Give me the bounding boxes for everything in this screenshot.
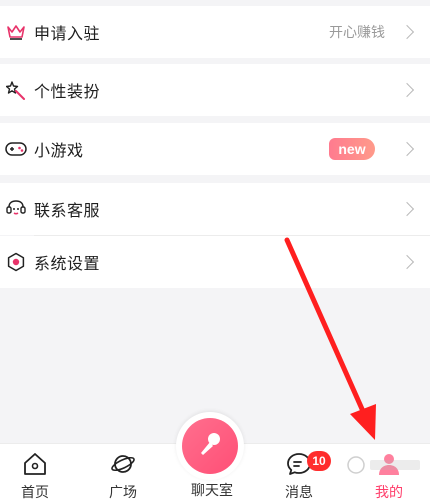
chevron-right-icon <box>399 141 415 157</box>
home-icon <box>22 451 48 477</box>
menu-item-label: 个性装扮 <box>34 84 101 101</box>
menu-item-label: 申请入驻 <box>34 26 101 43</box>
menu-item-label: 系统设置 <box>34 256 101 273</box>
menu-item-label: 联系客服 <box>34 203 101 220</box>
customer-service-icon <box>5 198 27 220</box>
chat-room-button[interactable] <box>176 412 244 480</box>
tab-home[interactable]: 首页 <box>0 444 70 500</box>
menu-item-system-settings[interactable]: 系统设置 <box>0 236 430 288</box>
chevron-right-icon <box>399 82 415 98</box>
settings-icon <box>5 251 27 273</box>
tab-label: 聊天室 <box>191 482 233 498</box>
menu-item-label: 小游戏 <box>34 143 84 160</box>
tab-label: 广场 <box>109 484 137 500</box>
microphone-icon <box>195 429 225 464</box>
menu-item-dress-up[interactable]: 个性装扮 <box>0 64 430 116</box>
magic-wand-icon <box>5 79 27 101</box>
new-badge: new <box>329 138 375 160</box>
chevron-right-icon <box>399 254 415 270</box>
menu-item-customer-service[interactable]: 联系客服 <box>0 183 430 235</box>
divider <box>34 235 430 236</box>
tab-label: 我的 <box>375 484 403 500</box>
menu-item-apply[interactable]: 申请入驻 开心赚钱 <box>0 6 430 58</box>
chat-room-button-inner <box>182 418 238 474</box>
profile-icon <box>376 451 402 477</box>
menu-item-subtitle: 开心赚钱 <box>329 24 385 40</box>
planet-icon <box>110 451 136 477</box>
gamepad-icon <box>5 138 27 160</box>
menu-item-mini-games[interactable]: 小游戏 new <box>0 123 430 175</box>
tab-label: 首页 <box>21 484 49 500</box>
chevron-right-icon <box>399 24 415 40</box>
tab-mine[interactable]: 我的 <box>354 444 424 500</box>
chevron-right-icon <box>399 201 415 217</box>
message-count-badge: 10 <box>307 451 331 471</box>
tab-square[interactable]: 广场 <box>88 444 158 500</box>
tab-label: 消息 <box>285 484 313 500</box>
crown-icon <box>5 21 27 43</box>
